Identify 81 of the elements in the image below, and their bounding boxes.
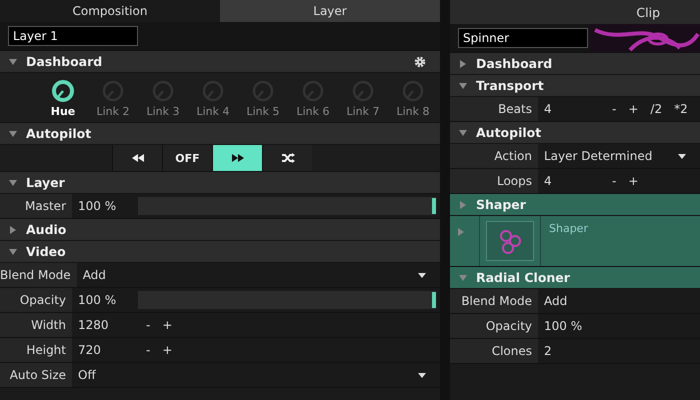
section-header[interactable]: Video — [0, 241, 440, 263]
parameter-label: Loops — [450, 169, 538, 193]
knob-label: Link 3 — [146, 105, 180, 118]
step-button[interactable]: - — [610, 174, 618, 188]
step-button[interactable]: - — [610, 102, 618, 116]
slider-handle[interactable] — [432, 292, 436, 308]
triangle-right-icon[interactable] — [8, 224, 18, 234]
parameter-label: Master — [0, 194, 72, 218]
caret-icon — [678, 154, 686, 158]
name-field[interactable]: Spinner — [458, 28, 588, 48]
settings-icon[interactable] — [414, 56, 426, 68]
effect-name: Shaper — [540, 216, 700, 266]
slider-track[interactable] — [138, 291, 436, 309]
parameter-value[interactable]: 720 — [78, 343, 132, 357]
shuffle-button[interactable] — [262, 145, 312, 171]
step-button[interactable]: + — [160, 318, 174, 332]
section-header[interactable]: Autopilot — [0, 123, 440, 145]
triangle-down-icon[interactable] — [458, 80, 468, 90]
triangle-right-icon[interactable] — [456, 227, 466, 237]
parameter-label: Auto Size — [0, 363, 72, 387]
parameter-label: Width — [0, 313, 72, 337]
step-button[interactable]: /2 — [648, 102, 664, 116]
caret-icon — [418, 272, 426, 278]
knob-label: Hue — [50, 105, 76, 118]
parameter-label: Clones — [450, 339, 538, 363]
step-button[interactable]: *2 — [672, 102, 690, 116]
effect-thumbnail — [486, 221, 534, 261]
section-header[interactable]: Radial Cloner — [450, 267, 700, 289]
knob-label: Link 6 — [296, 105, 330, 118]
parameter-label: Height — [0, 338, 72, 362]
parameter-label: Blend Mode — [0, 263, 77, 287]
fast-forward-button[interactable] — [212, 145, 262, 171]
section-header[interactable]: Dashboard — [450, 53, 700, 75]
parameter-value[interactable]: 2 — [544, 344, 598, 358]
section-header[interactable]: Dashboard — [0, 51, 440, 73]
caret-icon — [418, 372, 426, 378]
fast-forward-icon — [230, 153, 244, 163]
slider-handle[interactable] — [432, 198, 436, 214]
section-header[interactable]: Audio — [0, 219, 440, 241]
parameter-label: Opacity — [450, 314, 538, 338]
step-button[interactable]: - — [144, 343, 152, 357]
parameter-value[interactable]: 4 — [544, 102, 598, 116]
parameter-label: Opacity — [0, 288, 72, 312]
parameter-value[interactable]: Add — [544, 294, 598, 308]
rewind-button[interactable] — [112, 145, 162, 171]
triangle-down-icon[interactable] — [8, 128, 18, 138]
parameter-value[interactable]: 100 % — [78, 293, 132, 307]
panel-tab[interactable]: Layer — [220, 0, 440, 22]
parameter-label: Blend Mode — [450, 289, 538, 313]
parameter-value[interactable]: 100 % — [544, 319, 598, 333]
section-header[interactable]: Layer — [0, 172, 440, 194]
triangle-down-icon[interactable] — [8, 56, 18, 66]
triangle-right-icon[interactable] — [458, 58, 468, 68]
knob-label: Link 8 — [396, 105, 430, 118]
knob-label: Link 5 — [246, 105, 280, 118]
section-header[interactable]: Autopilot — [450, 122, 700, 144]
parameter-label: Action — [450, 144, 538, 168]
knob-label: Link 2 — [96, 105, 130, 118]
step-button[interactable]: + — [626, 102, 640, 116]
knob-label: Link 7 — [346, 105, 380, 118]
slider-track[interactable] — [138, 197, 436, 215]
triangle-down-icon[interactable] — [8, 246, 18, 256]
shuffle-icon — [280, 153, 294, 163]
triangle-down-icon[interactable] — [8, 178, 18, 188]
triangle-down-icon[interactable] — [458, 128, 468, 138]
section-header[interactable]: Transport — [450, 75, 700, 97]
panel-title: Clip — [450, 0, 700, 24]
triangle-right-icon[interactable] — [458, 200, 468, 210]
step-button[interactable]: + — [160, 343, 174, 357]
step-button[interactable]: + — [626, 174, 640, 188]
triangle-down-icon[interactable] — [458, 272, 468, 282]
parameter-value[interactable]: 100 % — [78, 199, 132, 213]
rewind-icon — [130, 153, 144, 163]
parameter-label: Beats — [450, 97, 538, 121]
parameter-value[interactable]: 1280 — [78, 318, 132, 332]
parameter-value[interactable]: 4 — [544, 174, 598, 188]
off-button[interactable]: OFF — [162, 145, 212, 171]
step-button[interactable]: - — [144, 318, 152, 332]
name-field[interactable]: Layer 1 — [8, 26, 138, 46]
section-header[interactable]: Shaper — [450, 194, 700, 216]
knob-label: Link 4 — [196, 105, 230, 118]
